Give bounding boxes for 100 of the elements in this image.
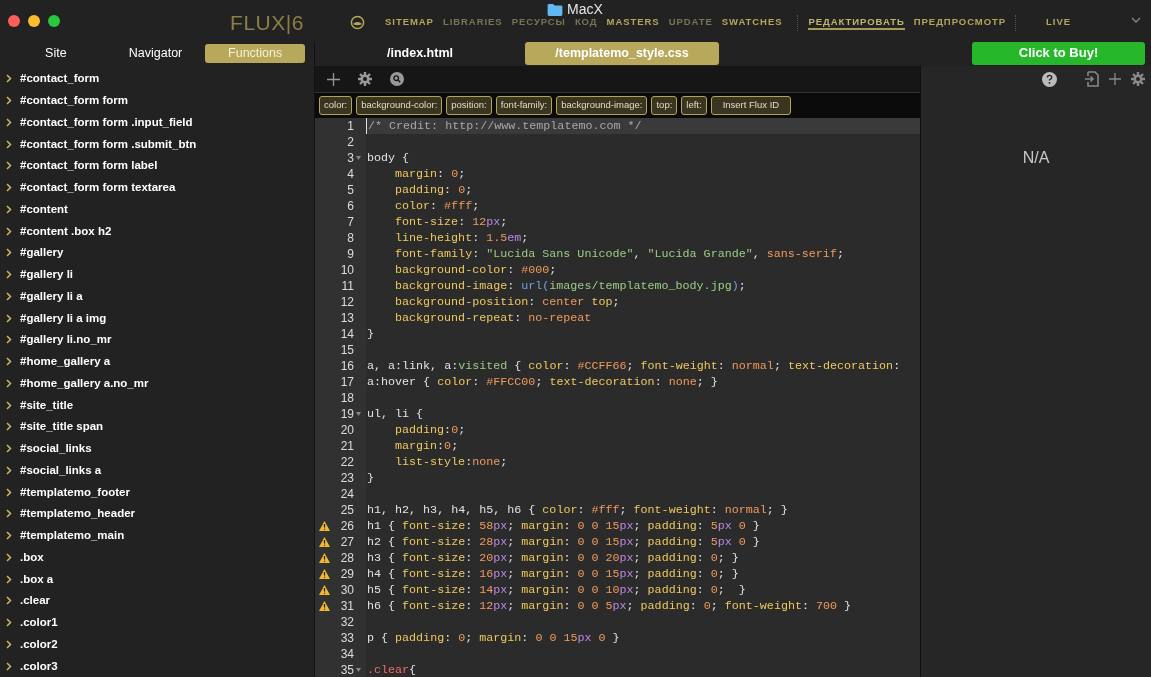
fold-caret-icon[interactable]	[356, 156, 361, 160]
plus-icon[interactable]	[1109, 73, 1121, 85]
function-item[interactable]: #gallery li a	[20, 287, 83, 305]
function-item[interactable]: #content .box h2	[20, 222, 112, 240]
line-number: 21	[340, 438, 354, 454]
property-chip[interactable]: background-color:	[356, 96, 443, 115]
fold-caret-icon[interactable]	[356, 412, 361, 416]
code-line: body {	[366, 151, 410, 165]
plus-icon[interactable]	[327, 72, 340, 86]
function-item[interactable]: #gallery li	[20, 266, 74, 284]
chevron-right-icon	[6, 96, 12, 106]
zoom-window-icon[interactable]	[48, 15, 60, 27]
function-item[interactable]: #contact_form form label	[20, 157, 158, 175]
line-number: 23	[340, 470, 354, 486]
code-line: h1, h2, h3, h4, h5, h6 { color: #fff; font-weight: normal; }	[366, 503, 788, 517]
line-number: 6	[347, 198, 354, 214]
chevron-down-icon[interactable]	[1131, 17, 1141, 23]
chevron-right-icon	[6, 117, 12, 127]
chevron-right-icon	[6, 291, 12, 301]
function-item[interactable]: .clear	[20, 592, 51, 610]
nav-tab[interactable]: SITEMAP	[385, 15, 434, 30]
line-number: 26	[340, 518, 354, 534]
function-item[interactable]: #gallery li a img	[20, 309, 107, 327]
fold-caret-icon[interactable]	[356, 668, 361, 672]
line-number: 29	[340, 566, 354, 582]
property-chip[interactable]: left:	[681, 96, 707, 115]
line-number: 31	[340, 598, 354, 614]
sidebar-tab[interactable]: Navigator	[105, 43, 206, 63]
function-item[interactable]: #templatemo_header	[20, 505, 136, 523]
function-item[interactable]: #home_gallery a	[20, 353, 111, 371]
chevron-right-icon	[6, 313, 12, 323]
eye-icon[interactable]	[350, 15, 365, 30]
function-item[interactable]: #contact_form form .input_field	[20, 113, 193, 131]
code-line: font-family: "Lucida Sans Unicode", "Lucida Grande", sans-serif;	[394, 247, 844, 261]
function-item[interactable]: .box	[20, 548, 44, 566]
line-number: 18	[340, 390, 354, 406]
file-tab[interactable]: /index.html	[323, 41, 517, 65]
function-item[interactable]: #contact_form form	[20, 92, 128, 110]
function-item[interactable]: .color3	[20, 657, 58, 675]
function-item[interactable]: #social_links a	[20, 461, 102, 479]
function-item[interactable]: #content	[20, 200, 68, 218]
function-item[interactable]: #social_links	[20, 440, 92, 458]
line-number: 8	[347, 230, 354, 246]
property-chip[interactable]: Insert Flux ID	[710, 96, 792, 115]
chevron-right-icon	[6, 574, 12, 584]
function-item[interactable]: .box a	[20, 570, 54, 588]
line-number: 9	[347, 246, 354, 262]
import-file-icon[interactable]	[1085, 71, 1099, 87]
function-item[interactable]: .color2	[20, 635, 58, 653]
function-item[interactable]: #home_gallery a.no_mr	[20, 374, 149, 392]
function-item[interactable]: #site_title span	[20, 418, 104, 436]
property-chip[interactable]: top:	[651, 96, 678, 115]
code-line: }	[366, 327, 374, 341]
code-line: font-size: 12px;	[394, 215, 508, 229]
property-chip[interactable]: font-family:	[495, 96, 553, 115]
line-number: 5	[347, 182, 354, 198]
code-line: h5 { font-size: 14px; margin: 0 0 10px; padding: 0; }	[366, 583, 746, 597]
line-number: 13	[340, 310, 354, 326]
property-chip[interactable]: color:	[319, 96, 353, 115]
nav-tab[interactable]: SWATCHES	[721, 15, 783, 30]
function-item[interactable]: #contact_form form .submit_btn	[20, 135, 197, 153]
nav-tab[interactable]: LIVE	[1046, 15, 1071, 30]
nav-tab[interactable]: РЕДАКТИРОВАТЬ	[808, 15, 905, 30]
chevron-right-icon	[6, 270, 12, 280]
function-item[interactable]: #site_title	[20, 396, 74, 414]
app-logo: FLUX|6	[230, 10, 304, 37]
property-chip[interactable]: position:	[446, 96, 492, 115]
code-line: list-style:none;	[394, 455, 508, 469]
function-item[interactable]: #gallery	[20, 244, 64, 262]
code-line: }	[366, 471, 374, 485]
nav-tab[interactable]: ПРЕДПРОСМОТР	[913, 15, 1007, 30]
function-item[interactable]: #contact_form form textarea	[20, 179, 176, 197]
function-item[interactable]: .color1	[20, 614, 58, 632]
line-number: 20	[340, 422, 354, 438]
function-item[interactable]: #gallery li.no_mr	[20, 331, 112, 349]
help-icon[interactable]	[1042, 71, 1057, 87]
close-window-icon[interactable]	[8, 15, 20, 27]
function-item[interactable]: #templatemo_main	[20, 527, 125, 545]
chevron-right-icon	[6, 531, 12, 541]
chevron-right-icon	[6, 596, 12, 606]
minimize-window-icon[interactable]	[28, 15, 40, 27]
line-number: 4	[347, 166, 354, 182]
property-chip[interactable]: background-image:	[556, 96, 648, 115]
nav-tab[interactable]: MASTERS	[606, 15, 660, 30]
code-line: /* Credit: http://www.templatemo.com */	[367, 119, 642, 133]
warning-icon	[319, 553, 330, 563]
window-title: MacX	[567, 2, 603, 17]
settings-icon[interactable]	[1131, 72, 1145, 86]
line-number: 28	[340, 550, 354, 566]
function-item[interactable]: #templatemo_footer	[20, 483, 130, 501]
settings-icon[interactable]	[358, 72, 372, 86]
chevron-right-icon	[6, 74, 12, 84]
sidebar-tab[interactable]: Site	[6, 43, 106, 63]
line-number: 34	[340, 646, 354, 662]
warning-icon	[319, 537, 330, 547]
line-number: 7	[347, 214, 354, 230]
function-item[interactable]: #contact_form	[20, 70, 100, 88]
search-icon[interactable]	[390, 72, 404, 86]
code-line: p { padding: 0; margin: 0 0 15px 0 }	[366, 631, 620, 645]
chevron-right-icon	[6, 487, 12, 497]
